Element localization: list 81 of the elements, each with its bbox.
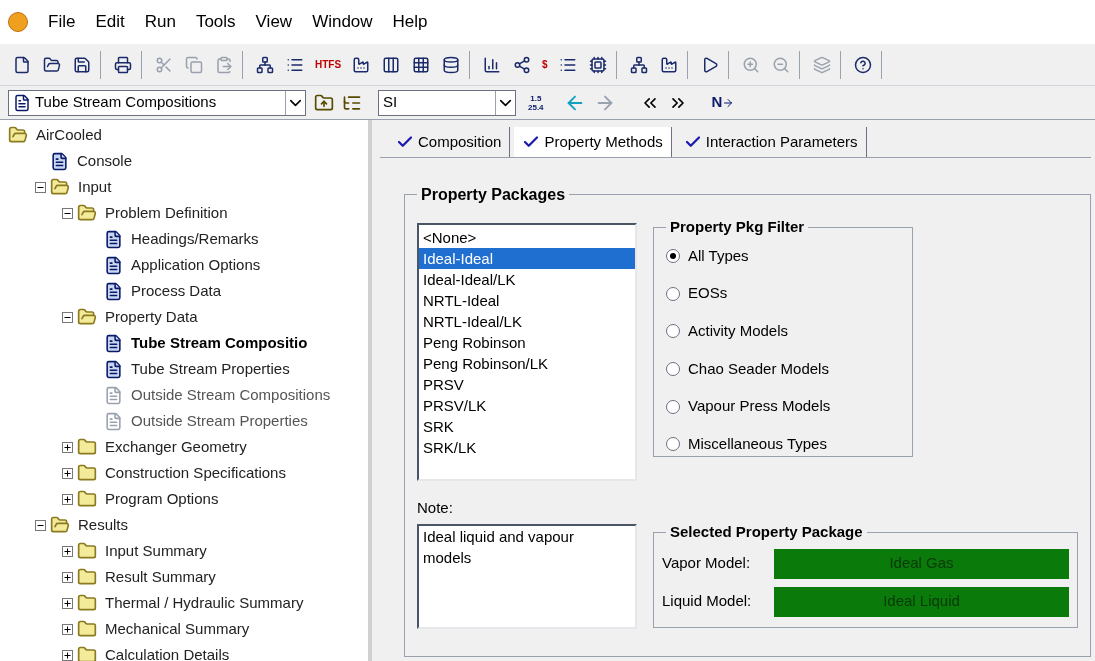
radio-button[interactable] bbox=[666, 248, 680, 263]
expand-toggle[interactable] bbox=[62, 623, 73, 635]
expand-toggle[interactable] bbox=[62, 545, 73, 557]
radio-button[interactable] bbox=[666, 286, 680, 301]
tree-item[interactable]: Result Summary bbox=[105, 565, 216, 589]
radio-button[interactable] bbox=[666, 324, 680, 339]
list-item[interactable]: PRSV bbox=[419, 374, 635, 395]
radio-button[interactable] bbox=[666, 437, 680, 452]
tree-item[interactable]: Thermal / Hydraulic Summary bbox=[105, 591, 304, 615]
tree-item[interactable]: Console bbox=[77, 149, 133, 173]
tree-item[interactable]: Construction Specifications bbox=[105, 461, 286, 485]
list-item[interactable]: SRK/LK bbox=[419, 437, 635, 458]
collapse-toggle[interactable] bbox=[62, 311, 73, 323]
radio-button[interactable] bbox=[666, 361, 680, 376]
tab[interactable]: Property Methods bbox=[514, 127, 672, 157]
field-label: Liquid Model: bbox=[662, 591, 753, 612]
toolbar-button[interactable]: HTFS bbox=[311, 50, 346, 79]
tree-item[interactable]: Program Options bbox=[105, 487, 219, 511]
menu-item[interactable]: Window bbox=[312, 9, 373, 35]
list-item[interactable]: <None> bbox=[419, 227, 635, 248]
radio-label: Chao Seader Models bbox=[688, 358, 829, 379]
package-list[interactable]: <None> Ideal-Ideal Ideal-Ideal/LK NRTL-Ideal NRTL-Ideal/LK Peng Robinson Peng Robinson/LK PRSV PRSV/LK SRK SRK/LK bbox=[417, 223, 637, 481]
toolbar-button[interactable]: $ bbox=[538, 50, 552, 79]
model-value: Ideal Liquid bbox=[774, 586, 1069, 617]
tree-item[interactable]: Results bbox=[78, 513, 129, 537]
arrow-icon bbox=[722, 96, 735, 109]
collapse-toggle[interactable] bbox=[62, 207, 73, 219]
note-label: Note: bbox=[417, 498, 454, 518]
form-select[interactable]: Tube Stream Compositions bbox=[8, 89, 306, 116]
menu-item[interactable]: Tools bbox=[195, 9, 236, 35]
tree-item[interactable]: Problem Definition bbox=[105, 201, 228, 225]
radio-label: EOSs bbox=[688, 283, 728, 304]
list-item[interactable]: Ideal-Ideal bbox=[419, 248, 635, 269]
radio-button[interactable] bbox=[666, 399, 680, 414]
folder-up-icon[interactable] bbox=[314, 92, 334, 113]
field-label: Vapor Model: bbox=[662, 553, 752, 574]
model-value: Ideal Gas bbox=[774, 548, 1069, 579]
note-text: Ideal liquid and vapour models bbox=[423, 526, 575, 568]
menu-item[interactable]: File bbox=[48, 9, 76, 35]
menu-item[interactable]: View bbox=[255, 9, 293, 35]
next-button[interactable]: N bbox=[711, 91, 735, 114]
radio-label: All Types bbox=[688, 245, 749, 266]
tree-item[interactable]: Tube Stream Compositio bbox=[131, 331, 308, 355]
units-button[interactable]: 1.5 25.4 bbox=[524, 93, 548, 112]
expand-toggle[interactable] bbox=[62, 441, 73, 453]
list-item[interactable]: NRTL-Ideal/LK bbox=[419, 311, 635, 332]
list-item[interactable]: NRTL-Ideal bbox=[419, 290, 635, 311]
list-item[interactable]: Peng Robinson bbox=[419, 332, 635, 353]
tree-item[interactable]: Property Data bbox=[105, 305, 198, 329]
expand-toggle[interactable] bbox=[62, 649, 73, 661]
expand-toggle[interactable] bbox=[62, 467, 73, 479]
menu-item[interactable]: Run bbox=[144, 9, 176, 35]
units-select[interactable]: SI bbox=[378, 89, 516, 116]
list-item[interactable]: SRK bbox=[419, 416, 635, 437]
select-value: Tube Stream Compositions bbox=[35, 92, 218, 113]
radio-label: Activity Models bbox=[688, 320, 789, 341]
expand-toggle[interactable] bbox=[62, 493, 73, 505]
tree-item[interactable]: Input bbox=[78, 175, 112, 199]
collapse-toggle[interactable] bbox=[35, 181, 46, 193]
tree-item[interactable]: Process Data bbox=[131, 279, 222, 303]
tree-item[interactable]: Calculation Details bbox=[105, 643, 230, 661]
radio-label: Vapour Press Models bbox=[688, 396, 831, 417]
list-item[interactable]: Ideal-Ideal/LK bbox=[419, 269, 635, 290]
radio-label: Miscellaneous Types bbox=[688, 433, 827, 454]
list-item[interactable]: PRSV/LK bbox=[419, 395, 635, 416]
menu-item[interactable]: Edit bbox=[95, 9, 125, 35]
tree-item[interactable]: Application Options bbox=[131, 253, 261, 277]
tree-item[interactable]: Input Summary bbox=[105, 539, 207, 563]
list-item[interactable]: Peng Robinson/LK bbox=[419, 353, 635, 374]
tree-item[interactable]: Mechanical Summary bbox=[105, 617, 250, 641]
select-value: SI bbox=[382, 92, 399, 113]
app-logo-icon bbox=[8, 12, 28, 32]
expand-toggle[interactable] bbox=[62, 597, 73, 609]
collapse-toggle[interactable] bbox=[35, 519, 46, 531]
tree-item[interactable]: Headings/Remarks bbox=[131, 227, 259, 251]
tree-item[interactable]: Tube Stream Properties bbox=[131, 357, 290, 381]
tree-item[interactable]: Exchanger Geometry bbox=[105, 435, 247, 459]
tree-item[interactable]: AirCooled bbox=[36, 123, 102, 147]
form-icon bbox=[13, 93, 31, 112]
menu-item[interactable]: Help bbox=[392, 9, 428, 35]
expand-toggle[interactable] bbox=[62, 571, 73, 583]
